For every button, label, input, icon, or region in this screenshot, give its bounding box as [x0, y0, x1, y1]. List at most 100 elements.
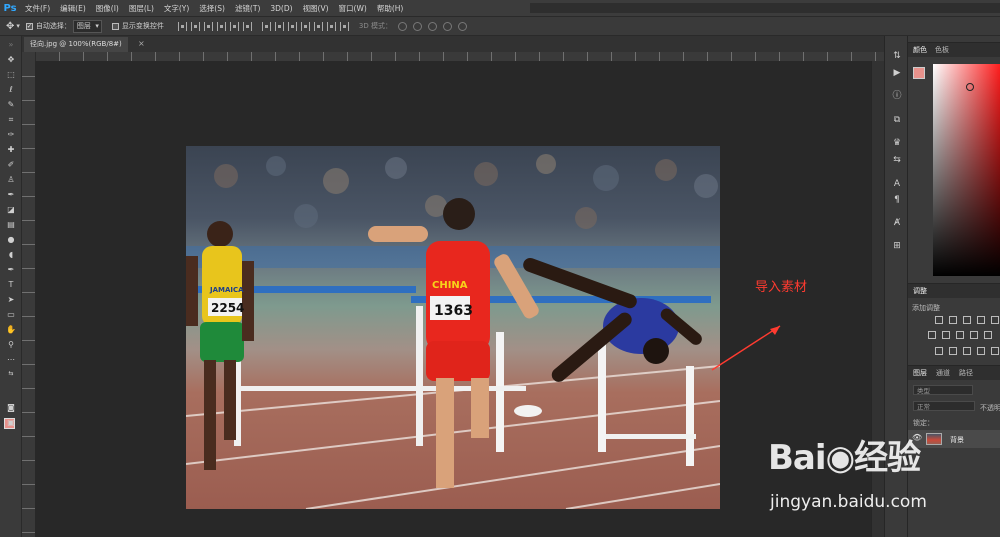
menu-image[interactable]: 图像(I)	[91, 3, 124, 14]
crop-tool-icon[interactable]: ⌗	[5, 115, 17, 125]
tab-paths[interactable]: 路径	[959, 368, 973, 378]
menu-view[interactable]: 视图(V)	[298, 3, 334, 14]
gradient-tool-icon[interactable]: ▤	[5, 220, 17, 230]
ruler-origin[interactable]	[22, 52, 35, 61]
curves-icon[interactable]	[963, 316, 971, 324]
pen-tool-icon[interactable]: ✒	[5, 265, 17, 275]
eraser-tool-icon[interactable]: ◪	[5, 205, 17, 215]
menu-filter[interactable]: 滤镜(T)	[230, 3, 265, 14]
libraries-panel-icon[interactable]: ⊞	[891, 240, 903, 252]
more-tools-icon[interactable]: ⋯	[5, 355, 17, 365]
slide-3d-icon[interactable]	[442, 21, 452, 31]
tab-layers[interactable]: 图层	[913, 368, 927, 378]
info-panel-icon[interactable]: ⓘ	[891, 90, 903, 102]
reset-colors-icon[interactable]: ⇆	[5, 369, 17, 379]
align-left-icon[interactable]	[216, 21, 226, 31]
show-transform-checkbox[interactable]	[111, 22, 119, 30]
distribute-hcenter-icon[interactable]	[313, 21, 323, 31]
tab-color[interactable]: 颜色	[913, 45, 927, 55]
roll-3d-icon[interactable]	[412, 21, 422, 31]
lasso-tool-icon[interactable]: ℓ	[5, 85, 17, 95]
menu-3d[interactable]: 3D(D)	[265, 4, 297, 13]
gradient-map-icon[interactable]	[977, 347, 985, 355]
layer-kind-filter[interactable]: 类型	[913, 385, 973, 395]
actions-panel-icon[interactable]: ▶	[891, 67, 903, 79]
photo-filter-icon[interactable]	[970, 331, 978, 339]
align-bottom-icon[interactable]	[203, 21, 213, 31]
move-tool-icon[interactable]: ✥	[6, 21, 14, 32]
dodge-tool-icon[interactable]: ◖	[5, 250, 17, 260]
brush-tool-icon[interactable]: ✐	[5, 160, 17, 170]
history-brush-tool-icon[interactable]: ✒	[5, 190, 17, 200]
document-image[interactable]: JAMAICA 2254 CHINA 1363	[186, 146, 720, 509]
selective-color-icon[interactable]	[991, 347, 999, 355]
eyedropper-tool-icon[interactable]: ✑	[5, 130, 17, 140]
vertical-ruler[interactable]	[22, 52, 36, 537]
distribute-left-icon[interactable]	[300, 21, 310, 31]
distribute-right-icon[interactable]	[326, 21, 336, 31]
brightness-contrast-icon[interactable]	[935, 316, 943, 324]
align-vcenter-icon[interactable]	[190, 21, 200, 31]
hue-saturation-icon[interactable]	[928, 331, 936, 339]
brush-presets-icon[interactable]: ⇆	[891, 154, 903, 166]
auto-select-checkbox[interactable]: ✓	[25, 22, 33, 30]
properties-panel-icon[interactable]: ⧉	[891, 114, 903, 126]
show-transform-option[interactable]: 显示变换控件	[111, 21, 164, 31]
quick-mask-icon[interactable]: ◙	[5, 403, 17, 413]
close-tab-icon[interactable]: ×	[138, 36, 145, 52]
channel-mixer-icon[interactable]	[984, 331, 992, 339]
color-picker-cursor[interactable]	[966, 83, 974, 91]
tool-preset-chevron-icon[interactable]: ▾	[16, 22, 20, 30]
rotate-3d-icon[interactable]	[397, 21, 407, 31]
align-hcenter-icon[interactable]	[229, 21, 239, 31]
align-right-icon[interactable]	[242, 21, 252, 31]
distribute-top-icon[interactable]	[261, 21, 271, 31]
levels-icon[interactable]	[949, 316, 957, 324]
invert-icon[interactable]	[935, 347, 943, 355]
layer-name[interactable]: 背景	[950, 435, 964, 445]
tab-swatches[interactable]: 色板	[935, 45, 949, 55]
paragraph-panel-icon[interactable]: ¶	[891, 194, 903, 206]
vibrance-icon[interactable]	[991, 316, 999, 324]
menu-layer[interactable]: 图层(L)	[124, 3, 159, 14]
scale-3d-icon[interactable]	[457, 21, 467, 31]
character-panel-icon[interactable]: A	[891, 178, 903, 190]
drag-3d-icon[interactable]	[427, 21, 437, 31]
auto-select-option[interactable]: ✓ 自动选择： 图层	[25, 19, 102, 33]
history-panel-icon[interactable]: ⇅	[891, 50, 903, 62]
menu-help[interactable]: 帮助(H)	[372, 3, 409, 14]
screen-mode-icon[interactable]: ▣	[5, 418, 17, 428]
zoom-tool-icon[interactable]: ⚲	[5, 340, 17, 350]
distribute-bottom-icon[interactable]	[287, 21, 297, 31]
black-white-icon[interactable]	[956, 331, 964, 339]
path-select-tool-icon[interactable]: ➤	[5, 295, 17, 305]
marquee-tool-icon[interactable]: ⬚	[5, 70, 17, 80]
distribute-vcenter-icon[interactable]	[274, 21, 284, 31]
type-tool-icon[interactable]: T	[5, 280, 17, 290]
posterize-icon[interactable]	[949, 347, 957, 355]
color-balance-icon[interactable]	[942, 331, 950, 339]
panel-foreground-swatch[interactable]	[913, 67, 925, 79]
glyphs-panel-icon[interactable]: Ⱥ	[891, 217, 903, 229]
healing-brush-tool-icon[interactable]: ✚	[5, 145, 17, 155]
menu-type[interactable]: 文字(Y)	[159, 3, 194, 14]
align-top-icon[interactable]	[177, 21, 187, 31]
brush-panel-icon[interactable]: ♛	[891, 137, 903, 149]
threshold-icon[interactable]	[963, 347, 971, 355]
hand-tool-icon[interactable]: ✋	[5, 325, 17, 335]
color-picker-field[interactable]	[933, 64, 1000, 276]
menu-file[interactable]: 文件(F)	[20, 3, 55, 14]
tools-collapse-icon[interactable]: »	[5, 40, 17, 50]
menu-window[interactable]: 窗口(W)	[334, 3, 372, 14]
exposure-icon[interactable]	[977, 316, 985, 324]
auto-select-dropdown[interactable]: 图层	[72, 19, 102, 33]
clone-stamp-tool-icon[interactable]: ♙	[5, 175, 17, 185]
auto-align-icon[interactable]	[339, 21, 349, 31]
quick-select-tool-icon[interactable]: ✎	[5, 100, 17, 110]
menu-select[interactable]: 选择(S)	[194, 3, 230, 14]
blend-mode-dropdown[interactable]: 正常	[913, 401, 975, 411]
document-tab[interactable]: 径向.jpg @ 100%(RGB/8#)	[24, 37, 128, 52]
menu-edit[interactable]: 编辑(E)	[55, 3, 91, 14]
tab-channels[interactable]: 通道	[936, 368, 950, 378]
move-tool-icon[interactable]: ✥	[5, 55, 17, 65]
